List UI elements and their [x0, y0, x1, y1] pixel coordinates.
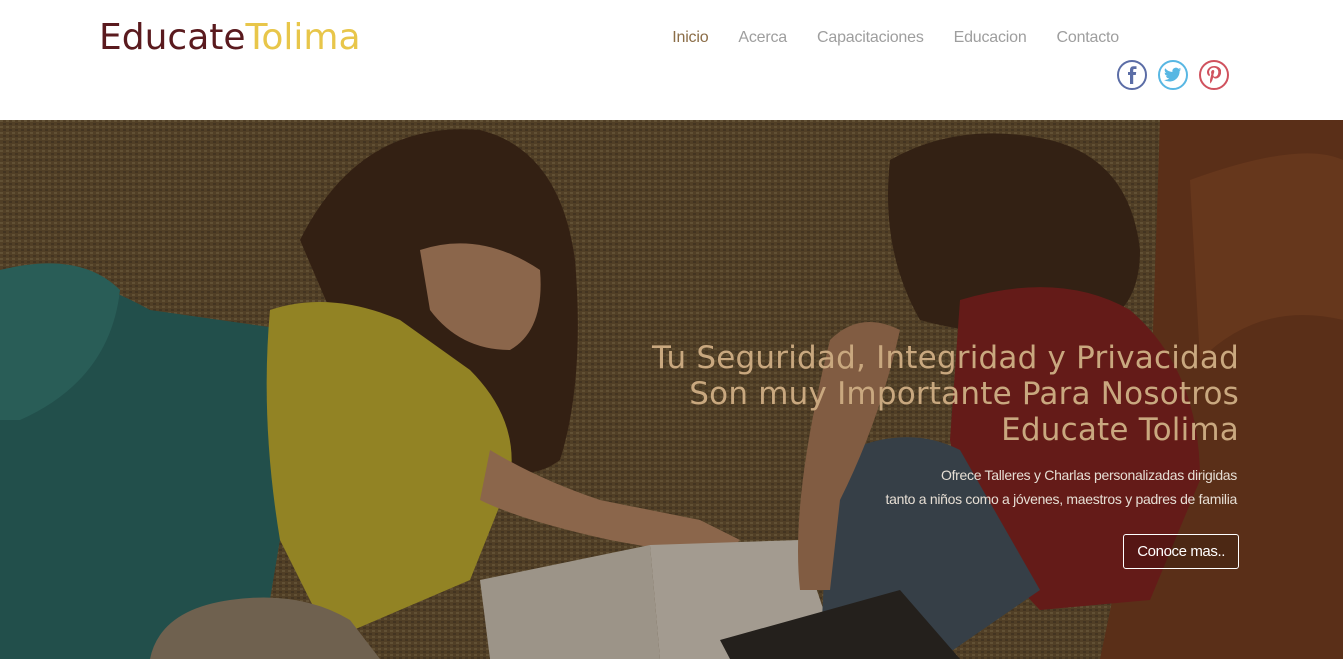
hero-text: Tu Seguridad, Integridad y Privacidad So…	[539, 340, 1239, 569]
hero-banner: Tu Seguridad, Integridad y Privacidad So…	[0, 120, 1343, 659]
logo-part-tolima: Tolima	[245, 17, 361, 58]
nav-item-capacitaciones[interactable]: Capacitaciones	[817, 29, 924, 46]
social-links	[1117, 60, 1229, 90]
hero-title-line: Son muy Importante Para Nosotros	[689, 376, 1239, 412]
hero-subtitle-line: tanto a niños como a jóvenes, maestros y…	[885, 491, 1238, 507]
site-header: EducateTolima Inicio Acerca Capacitacion…	[0, 0, 1343, 120]
nav-item-educacion[interactable]: Educacion	[954, 29, 1027, 46]
nav-item-inicio[interactable]: Inicio	[672, 29, 708, 46]
facebook-icon[interactable]	[1117, 60, 1147, 90]
nav-item-contacto[interactable]: Contacto	[1057, 29, 1120, 46]
logo-part-educate: Educate	[99, 17, 246, 58]
conoce-mas-button[interactable]: Conoce mas..	[1123, 534, 1239, 569]
twitter-icon[interactable]	[1158, 60, 1188, 90]
hero-title-line: Educate Tolima	[1001, 412, 1239, 448]
nav-item-acerca[interactable]: Acerca	[738, 29, 787, 46]
pinterest-icon[interactable]	[1199, 60, 1229, 90]
hero-title: Tu Seguridad, Integridad y Privacidad So…	[539, 340, 1239, 448]
hero-subtitle-line: Ofrece Talleres y Charlas personalizadas…	[940, 467, 1237, 483]
main-nav: Inicio Acerca Capacitaciones Educacion C…	[672, 26, 1119, 50]
hero-subtitle: Ofrece Talleres y Charlas personalizadas…	[539, 463, 1239, 511]
hero-title-line: Tu Seguridad, Integridad y Privacidad	[652, 340, 1239, 376]
logo[interactable]: EducateTolima	[99, 16, 361, 60]
